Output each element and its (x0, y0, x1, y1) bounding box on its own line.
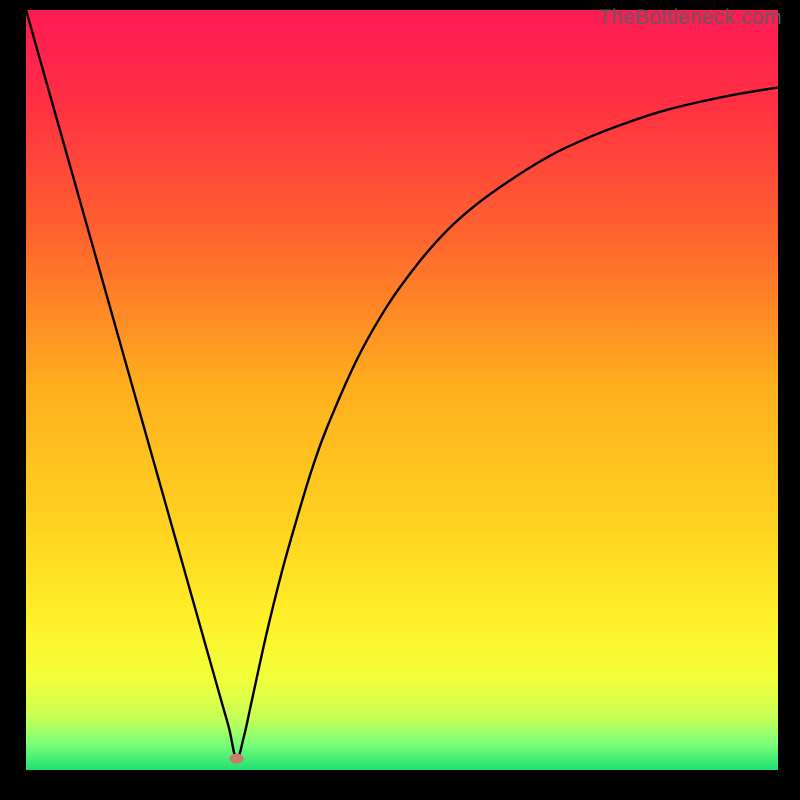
chart-svg (26, 10, 778, 770)
chart-frame: TheBottleneck.com (0, 0, 800, 800)
gradient-background (26, 10, 778, 770)
optimal-point-marker (230, 754, 244, 764)
chart-plot-area (26, 10, 778, 770)
watermark-text: TheBottleneck.com (599, 6, 782, 30)
